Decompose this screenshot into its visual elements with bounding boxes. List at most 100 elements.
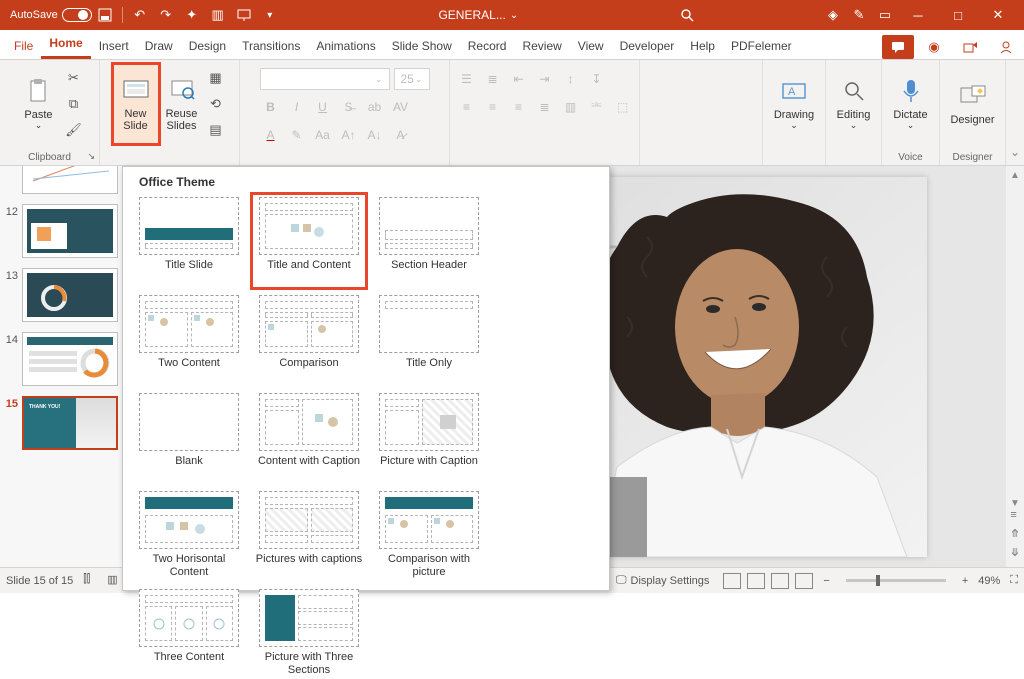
account-icon[interactable]: ✎ [846,2,872,28]
layout-section-header[interactable]: Section Header [373,195,485,287]
columns-button[interactable]: ▥ [560,96,582,118]
strike-button[interactable]: S̶ [338,96,360,118]
search-icon[interactable] [674,2,700,28]
save-icon[interactable] [92,2,118,28]
zoom-slider[interactable] [846,579,946,582]
highlight-button[interactable]: ✎ [286,124,308,146]
tab-transitions[interactable]: Transitions [234,33,308,59]
align-left-button[interactable]: ≡ [456,96,478,118]
present-icon[interactable] [231,2,257,28]
slideshow-view-icon[interactable] [795,573,813,589]
reading-view-icon[interactable] [771,573,789,589]
start-from-beginning-icon[interactable]: ▥ [205,2,231,28]
line-spacing-button[interactable]: ↕ [560,68,582,90]
tab-review[interactable]: Review [514,33,569,59]
tab-help[interactable]: Help [682,33,723,59]
layout-two-content[interactable]: Two Content [133,293,245,385]
layout-comparison-picture[interactable]: Comparison with picture [373,489,485,581]
tab-file[interactable]: File [6,33,41,59]
accessibility-icon[interactable]: ⫿⫿ [83,573,101,589]
thumbnail-14[interactable]: 14 [4,332,123,386]
layout-title-only[interactable]: Title Only [373,293,485,385]
normal-view-icon[interactable] [723,573,741,589]
bullets-button[interactable]: ☰ [456,68,478,90]
bold-button[interactable]: B [260,96,282,118]
document-title[interactable]: GENERAL...⌄ [283,8,674,22]
designer-button[interactable]: Designer [949,64,997,144]
next-slide-icon[interactable]: ⤊ [1010,527,1019,540]
diamond-icon[interactable]: ◈ [820,2,846,28]
tab-record[interactable]: Record [460,33,515,59]
cut-icon[interactable]: ✂ [63,68,85,88]
reset-icon[interactable]: ⟲ [205,94,227,114]
layout-pictures-captions[interactable]: Pictures with captions [253,489,365,581]
layout-title-slide[interactable]: Title Slide [133,195,245,287]
tab-pdfelement[interactable]: PDFelemer [723,33,800,59]
slide-thumbnails[interactable]: 12 13 14 15THANK YOU! [0,166,128,567]
shadow-button[interactable]: ab [364,96,386,118]
tab-developer[interactable]: Developer [612,33,683,59]
record-icon[interactable]: ◉ [918,35,950,59]
window-mode-icon[interactable]: ▭ [872,2,898,28]
comments-icon[interactable] [882,35,914,59]
layout-three-content[interactable]: Three Content [133,587,245,679]
smartart-button[interactable]: ⬚ [612,96,634,118]
layout-comparison[interactable]: Comparison [253,293,365,385]
layout-picture-three-sections[interactable]: Picture with Three Sections [253,587,365,679]
tab-view[interactable]: View [570,33,612,59]
text-direction-button[interactable]: ↧ [586,68,608,90]
reuse-slides-button[interactable]: Reuse Slides [159,64,205,144]
redo-icon[interactable]: ↷ [153,2,179,28]
user-icon[interactable] [990,35,1022,59]
layout-picture-caption[interactable]: Picture with Caption [373,391,485,483]
indent-inc-button[interactable]: ⇥ [534,68,556,90]
sorter-view-icon[interactable] [747,573,765,589]
autosave-toggle[interactable] [62,8,92,22]
align-right-button[interactable]: ≡ [508,96,530,118]
justify-button[interactable]: ≣ [534,96,556,118]
spacing-button[interactable]: AV [390,96,412,118]
layout-title-and-content[interactable]: Title and Content [253,195,365,287]
vertical-scrollbar[interactable]: ▲ ▼ ≡ ⤊ ⤋ [1006,166,1024,567]
scroll-down-icon[interactable]: ▼ [1010,498,1020,509]
zoom-out-button[interactable]: − [823,575,829,587]
change-case-button[interactable]: Aa [312,124,334,146]
tab-insert[interactable]: Insert [91,33,137,59]
layout-two-horizontal[interactable]: Two Horisontal Content [133,489,245,581]
dictate-button[interactable]: Dictate⌄ [887,64,935,144]
shrink-font-button[interactable]: A↓ [364,124,386,146]
section-icon[interactable]: ▤ [205,120,227,140]
align-center-button[interactable]: ≡ [482,96,504,118]
undo-icon[interactable]: ↶ [127,2,153,28]
prev-slide-icon[interactable]: ≡ [1010,509,1019,521]
tab-design[interactable]: Design [181,33,234,59]
share-icon[interactable] [954,35,986,59]
collapse-ribbon-icon[interactable]: ⌄ [1006,60,1024,165]
clear-format-button[interactable]: A̷ [390,124,412,146]
next-slide2-icon[interactable]: ⤋ [1010,546,1019,559]
new-slide-button[interactable]: New Slide [113,64,159,144]
format-painter-icon[interactable]: 🖌 [63,120,85,140]
customize-qat-icon[interactable]: ▾ [257,2,283,28]
thumbnail-13[interactable]: 13 [4,268,123,322]
zoom-value[interactable]: 49% [978,575,1000,587]
touch-mode-icon[interactable]: ✦ [179,2,205,28]
layout-icon[interactable]: ▦ [205,68,227,88]
tab-animations[interactable]: Animations [308,33,383,59]
layout-blank[interactable]: Blank [133,391,245,483]
tab-slideshow[interactable]: Slide Show [384,33,460,59]
scroll-up-icon[interactable]: ▲ [1010,170,1020,181]
font-family-select[interactable]: ⌄ [260,68,390,90]
tab-home[interactable]: Home [41,30,90,59]
fit-to-window-icon[interactable]: ⛶ [1010,574,1018,587]
thumbnail-15[interactable]: 15THANK YOU! [4,396,123,450]
zoom-in-button[interactable]: + [962,575,968,587]
italic-button[interactable]: I [286,96,308,118]
minimize-button[interactable]: ─ [898,0,938,30]
underline-button[interactable]: U [312,96,334,118]
layout-content-caption[interactable]: Content with Caption [253,391,365,483]
paste-button[interactable]: Paste ⌄ [15,64,63,144]
clipboard-launcher-icon[interactable]: ↘ [87,151,95,162]
numbering-button[interactable]: ≣ [482,68,504,90]
align-text-button[interactable]: ⎃ [586,96,608,118]
